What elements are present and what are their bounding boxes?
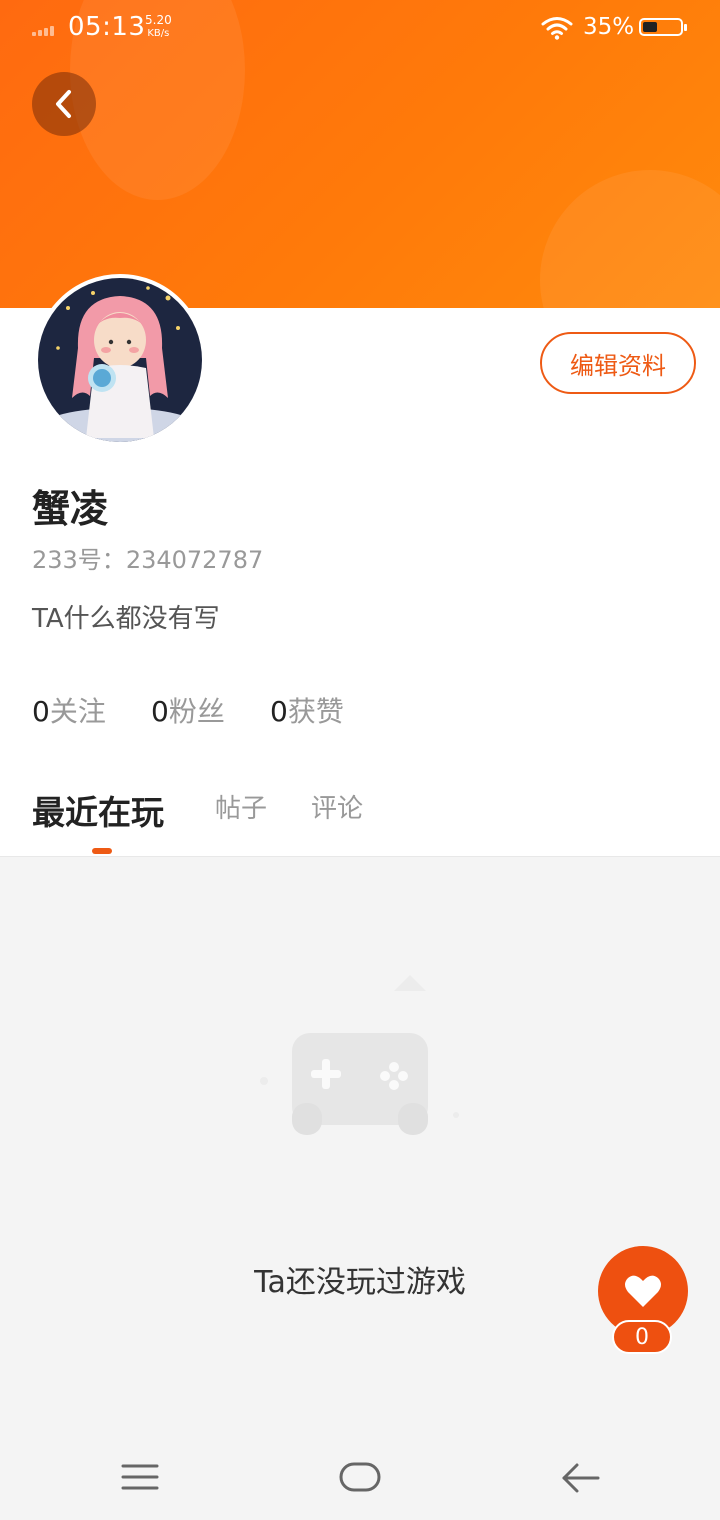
stat-label: 获赞 bbox=[287, 695, 344, 728]
system-nav-bar bbox=[0, 1436, 720, 1520]
decor-bubble bbox=[540, 170, 720, 308]
chevron-left-icon bbox=[56, 90, 71, 118]
back-button[interactable] bbox=[32, 72, 96, 136]
status-time: 05:13 bbox=[68, 12, 146, 42]
network-speed-value: 5.20 bbox=[145, 13, 172, 27]
profile-bio: TA什么都没有写 bbox=[32, 604, 220, 634]
tab-content-area: Ta还没玩过游戏 bbox=[0, 856, 720, 1437]
tab-posts[interactable]: 帖子 bbox=[215, 788, 267, 825]
tab-indicator bbox=[92, 848, 112, 854]
profile-id-label: 233号： bbox=[32, 546, 126, 574]
stat-likes[interactable]: 0获赞 bbox=[270, 690, 344, 730]
back-arrow-icon[interactable] bbox=[560, 1456, 602, 1500]
network-speed-unit: KB/s bbox=[147, 28, 170, 39]
gamepad-icon bbox=[260, 975, 459, 1135]
avatar-illustration bbox=[38, 278, 202, 442]
profile-header-banner: 05:13 5.20 KB/s 35% bbox=[0, 0, 720, 308]
profile-name: 蟹凌 bbox=[32, 487, 109, 531]
stat-value: 0 bbox=[151, 695, 169, 728]
stat-label: 关注 bbox=[49, 695, 106, 728]
profile-id: 233号：234072787 bbox=[32, 540, 263, 575]
stat-followers[interactable]: 0粉丝 bbox=[151, 690, 225, 730]
profile-tabs: 最近在玩 帖子 评论 bbox=[0, 770, 720, 856]
tab-recent-games[interactable]: 最近在玩 bbox=[32, 786, 164, 834]
edit-profile-button[interactable]: 编辑资料 bbox=[540, 332, 696, 394]
battery-percent: 35% bbox=[583, 14, 635, 40]
profile-id-value: 234072787 bbox=[125, 546, 264, 574]
stat-label: 粉丝 bbox=[168, 695, 225, 728]
stat-value: 0 bbox=[270, 695, 288, 728]
heart-icon bbox=[625, 1275, 661, 1307]
menu-icon[interactable] bbox=[120, 1456, 160, 1500]
tab-comments[interactable]: 评论 bbox=[311, 788, 363, 825]
status-bar: 05:13 5.20 KB/s 35% bbox=[0, 0, 720, 58]
stat-following[interactable]: 0关注 bbox=[32, 690, 106, 730]
stat-value: 0 bbox=[32, 695, 50, 728]
like-count: 0 bbox=[612, 1320, 672, 1354]
home-icon[interactable] bbox=[338, 1456, 382, 1500]
avatar[interactable] bbox=[34, 274, 206, 446]
battery-icon bbox=[639, 18, 687, 36]
network-speed: 5.20 KB/s bbox=[145, 14, 172, 40]
wifi-icon bbox=[541, 17, 573, 40]
